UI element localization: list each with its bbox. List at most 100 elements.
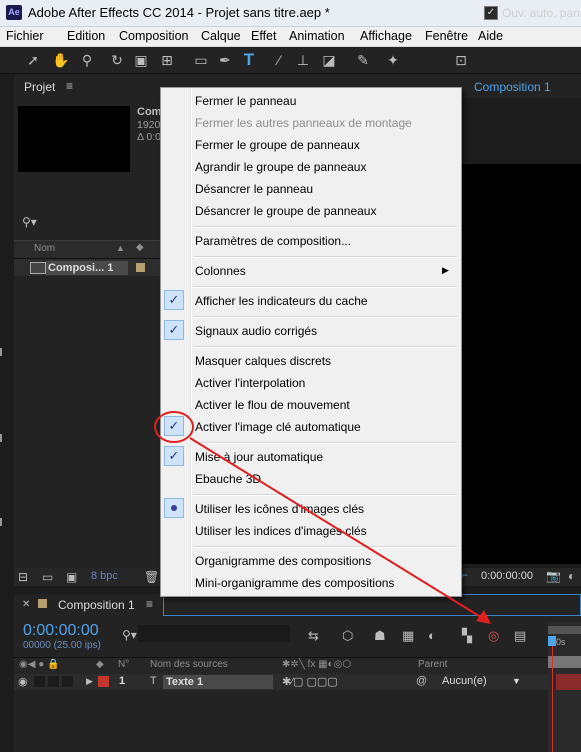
camera-tool-icon[interactable]: ▣ — [132, 51, 150, 69]
close-icon[interactable]: ✕ — [22, 599, 30, 610]
menu-aide[interactable]: Aide — [478, 29, 503, 43]
av-features-icon[interactable]: ◉◀ ● 🔒 — [19, 659, 59, 670]
draft-3d-icon[interactable]: ⬡ — [342, 628, 353, 644]
show-snapshot-icon[interactable]: ◐ — [568, 569, 575, 583]
label-tag-icon[interactable]: ◆ — [136, 242, 144, 253]
composition-icon — [30, 262, 46, 274]
clone-stamp-tool-icon[interactable]: ⊥ — [294, 51, 312, 69]
auto-keyframe-icon[interactable]: ◎ — [488, 628, 499, 644]
graph-editor-icon[interactable]: ▚ — [462, 628, 472, 644]
menu-item-columns[interactable]: Colonnes — [195, 264, 246, 278]
menu-item-undock-panel[interactable]: Désancrer le panneau — [195, 182, 313, 196]
new-folder-icon[interactable]: ▭ — [42, 570, 53, 584]
menu-item-enable-frame-blending[interactable]: Activer l'interpolation — [195, 376, 305, 390]
tab-composition[interactable]: Composition 1 — [474, 80, 551, 94]
viewer-timecode[interactable]: 0:00:00:00 — [481, 570, 533, 582]
roto-brush-tool-icon[interactable]: ✎ — [354, 51, 372, 69]
menu-item-enable-auto-keyframe[interactable]: Activer l'image clé automatique — [195, 420, 361, 434]
sort-arrow-icon[interactable]: ▲ — [116, 243, 125, 253]
layer-duration-bar[interactable] — [556, 674, 581, 690]
menu-item-enable-motion-blur[interactable]: Activer le flou de mouvement — [195, 398, 350, 412]
frame-blending-icon[interactable]: ▦ — [402, 628, 414, 644]
zoom-tool-icon[interactable]: ⚲ — [78, 51, 96, 69]
puppet-pin-tool-icon[interactable]: ✦ — [384, 51, 402, 69]
live-update-icon[interactable]: ▤ — [514, 628, 526, 644]
menu-item-close-panel-group[interactable]: Fermer le groupe de panneaux — [195, 138, 360, 152]
interpret-footage-icon[interactable]: ⊟ — [18, 570, 28, 584]
region-of-interest-icon[interactable]: ⌐ — [461, 568, 468, 582]
type-tool-icon[interactable]: T — [240, 51, 258, 69]
brush-tool-icon[interactable]: ⁄ — [270, 51, 288, 69]
menu-fenetre[interactable]: Fenêtre — [425, 29, 468, 43]
menu-affichage[interactable]: Affichage — [360, 29, 412, 43]
layer-switches[interactable]: ✱⁄▢ ▢▢▢ — [282, 675, 338, 688]
menu-item-composition-settings[interactable]: Paramètres de composition... — [195, 234, 351, 248]
expand-layer-icon[interactable]: ▶ — [86, 676, 93, 687]
menu-effet[interactable]: Effet — [251, 29, 276, 43]
tab-timeline-composition[interactable]: Composition 1 — [58, 598, 135, 612]
bit-depth-indicator[interactable]: 8 bpc — [91, 570, 118, 582]
menu-animation[interactable]: Animation — [289, 29, 345, 43]
menu-item-show-cache-indicators[interactable]: Afficher les indicateurs du cache — [195, 294, 368, 308]
column-number-header[interactable]: N° — [118, 659, 129, 670]
composition-flowchart-icon[interactable]: ⇆ — [308, 628, 319, 644]
menu-item-composition-flowchart[interactable]: Organigramme des compositions — [195, 554, 371, 568]
label-tag-icon[interactable]: ◆ — [96, 659, 104, 670]
menu-item-composition-mini-flowchart[interactable]: Mini-organigramme des compositions — [195, 576, 394, 590]
menu-calque[interactable]: Calque — [201, 29, 241, 43]
menu-item-draft-3d[interactable]: Ebauche 3D — [195, 472, 261, 486]
search-icon[interactable]: ⚲▾ — [22, 215, 37, 229]
search-icon[interactable]: ⚲▾ — [122, 628, 137, 642]
new-composition-icon[interactable]: ▣ — [66, 570, 77, 584]
label-color-swatch[interactable] — [136, 263, 145, 272]
audio-toggle[interactable] — [34, 676, 45, 687]
menu-item-close-panel[interactable]: Fermer le panneau — [195, 94, 296, 108]
visibility-eye-icon[interactable]: ◉ — [18, 675, 28, 688]
parent-pickwhip-icon[interactable]: @ — [416, 675, 427, 687]
selection-tool-icon[interactable]: ➚ — [24, 51, 42, 69]
hand-tool-icon[interactable]: ✋ — [52, 51, 70, 69]
menu-item-live-update[interactable]: Mise à jour automatique — [195, 450, 323, 464]
snapshot-camera-icon[interactable]: 📷 — [546, 569, 561, 583]
menu-item-audio-waveforms[interactable]: Signaux audio corrigés — [195, 324, 317, 338]
menu-composition[interactable]: Composition — [119, 29, 188, 43]
menu-item-undock-panel-group[interactable]: Désancrer le groupe de panneaux — [195, 204, 376, 218]
menu-item-maximize-panel-group[interactable]: Agrandir le groupe de panneaux — [195, 160, 366, 174]
tab-project[interactable]: Projet — [24, 80, 55, 94]
parent-select[interactable]: Aucun(e) — [442, 675, 487, 687]
auto-open-checkbox[interactable]: ✓ — [484, 6, 498, 20]
pan-behind-tool-icon[interactable]: ⊞ — [158, 51, 176, 69]
column-source-name-header[interactable]: Nom des sources — [150, 659, 228, 670]
timeline-search-input[interactable] — [138, 625, 290, 642]
lock-toggle[interactable] — [62, 676, 73, 687]
current-time-indicator[interactable] — [548, 636, 556, 646]
layer-name[interactable]: Texte 1 — [163, 675, 273, 689]
panel-menu-icon[interactable]: ≡ — [146, 597, 153, 611]
column-name-header[interactable]: Nom — [34, 243, 55, 254]
chevron-down-icon[interactable]: ▼ — [512, 676, 521, 686]
submenu-arrow-icon: ▶ — [442, 265, 449, 275]
time-navigator[interactable] — [548, 626, 581, 634]
menu-fichier[interactable]: Fichier — [6, 29, 44, 43]
eraser-tool-icon[interactable]: ◪ — [320, 51, 338, 69]
rotate-tool-icon[interactable]: ↻ — [108, 51, 126, 69]
checkmark-icon: ✓ — [164, 416, 184, 436]
shy-layers-icon[interactable]: ☗ — [374, 628, 386, 644]
trash-icon[interactable]: 🗑 — [144, 570, 159, 584]
switches-header-icon[interactable]: ✱✲╲ fx ▦◐◎⬡ — [282, 659, 351, 670]
pen-tool-icon[interactable]: ✒ — [216, 51, 234, 69]
menu-item-hide-shy-layers[interactable]: Masquer calques discrets — [195, 354, 331, 368]
panel-menu-icon[interactable]: ≡ — [66, 79, 73, 93]
solo-toggle[interactable] — [48, 676, 59, 687]
timeline-timecode[interactable]: 0:00:00:00 — [23, 622, 99, 640]
workspace-icon[interactable]: ⊡ — [452, 51, 470, 69]
motion-blur-icon[interactable]: ◐ — [428, 628, 436, 643]
window-title: Adobe After Effects CC 2014 - Projet san… — [28, 5, 330, 20]
menu-item-use-keyframe-indices[interactable]: Utiliser les indices d'images clés — [195, 524, 367, 538]
project-item-label[interactable]: Composi... 1 — [46, 261, 128, 275]
menu-edition[interactable]: Edition — [67, 29, 105, 43]
layer-label-color[interactable] — [98, 676, 109, 687]
menu-item-use-keyframe-icons[interactable]: Utiliser les icônes d'images clés — [195, 502, 364, 516]
column-parent-header[interactable]: Parent — [418, 659, 447, 670]
rectangle-tool-icon[interactable]: ▭ — [192, 51, 210, 69]
